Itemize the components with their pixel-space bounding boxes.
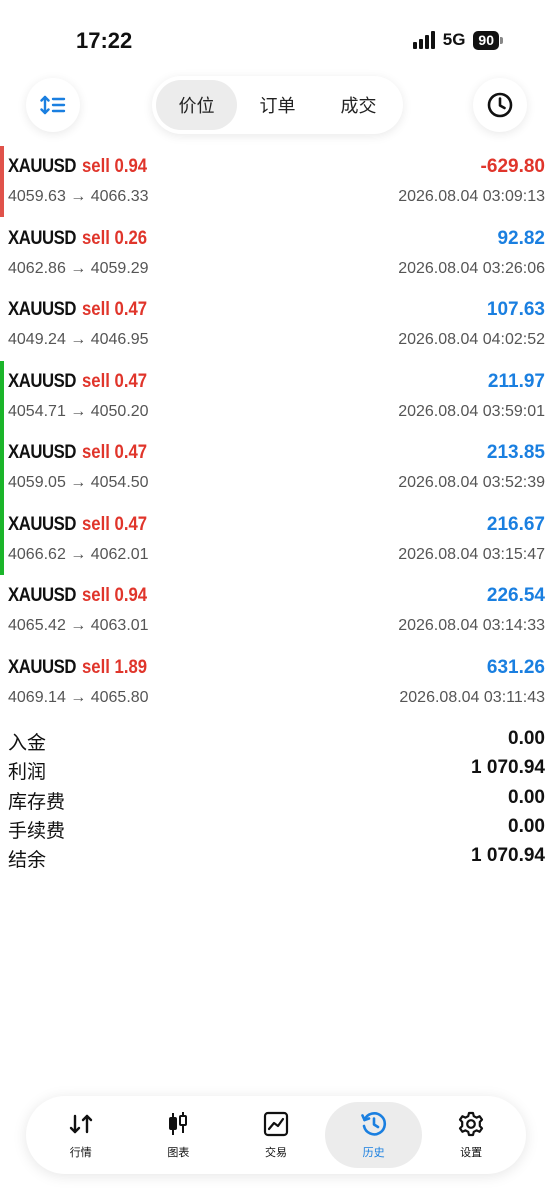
trade-prices: 4066.62 → 4062.01 — [8, 545, 149, 563]
trade-prices: 4062.86 → 4059.29 — [8, 259, 149, 277]
trade-side: sell 0.47 — [81, 299, 147, 320]
trade-row[interactable]: XAUUSD sell 0.47 107.63 4049.24 → 4046.9… — [0, 289, 553, 361]
summary-label: 手续费 — [8, 820, 66, 842]
trade-side: sell 0.47 — [81, 513, 147, 535]
nav-label: 历史 — [362, 1147, 385, 1159]
trade-profit: 211.97 — [487, 370, 545, 392]
trade-symbol: XAUUSD — [8, 370, 76, 392]
trade-time: 2026.08.04 04:02:52 — [398, 331, 545, 348]
trade-side: sell 0.47 — [81, 442, 147, 463]
nav-label: 交易 — [264, 1147, 287, 1159]
summary-row-profit: 利润 1 070.94 — [8, 755, 545, 784]
trade-prices: 4049.24 → 4046.95 — [8, 331, 149, 348]
trade-row[interactable]: XAUUSD sell 0.47 216.67 4066.62 → 4062.0… — [0, 504, 553, 576]
trade-row[interactable]: XAUUSD sell 0.94 -629.80 4059.63 → 4066.… — [0, 146, 553, 218]
battery-level: 90 — [473, 30, 499, 50]
trade-time: 2026.08.04 03:15:47 — [398, 545, 545, 563]
trade-side: sell 0.26 — [81, 227, 147, 249]
tab-positions[interactable]: 价位 — [156, 80, 237, 130]
trade-row[interactable]: XAUUSD sell 0.94 226.54 4065.42 → 4063.0… — [0, 575, 553, 647]
nav-trade[interactable]: 交易 — [227, 1102, 325, 1168]
status-indicators: 5G 90 — [412, 30, 503, 50]
trade-time: 2026.08.04 03:26:06 — [398, 259, 545, 277]
trade-profit: 107.63 — [486, 299, 545, 320]
trade-side: sell 0.94 — [81, 585, 147, 606]
trade-prices: 4059.05 → 4054.50 — [8, 474, 149, 491]
summary-row-balance: 结余 1 070.94 — [8, 843, 545, 872]
candlestick-chart-icon — [169, 1112, 188, 1135]
bottom-nav: 行情 图表 交易 历史 设置 — [26, 1096, 526, 1174]
nav-history[interactable]: 历史 — [324, 1102, 423, 1168]
summary-label: 结余 — [8, 850, 47, 872]
trade-symbol: XAUUSD — [8, 442, 76, 463]
trade-time: 2026.08.04 03:52:39 — [398, 474, 545, 491]
signal-icon — [412, 31, 435, 49]
top-toolbar: 价位 订单 成交 — [0, 76, 553, 136]
nav-settings[interactable]: 设置 — [422, 1102, 520, 1168]
nav-charts[interactable]: 图表 — [130, 1102, 228, 1168]
summary-row-swap: 库存费 0.00 — [8, 785, 545, 814]
history-clock-icon — [360, 1112, 386, 1136]
sort-button[interactable] — [26, 78, 80, 132]
summary-row-deposit: 入金 0.00 — [8, 726, 545, 755]
tab-orders[interactable]: 订单 — [237, 80, 318, 130]
trade-row[interactable]: XAUUSD sell 0.47 213.85 4059.05 → 4054.5… — [0, 432, 553, 504]
trade-prices: 4059.63 → 4066.33 — [8, 188, 149, 205]
trade-side: sell 0.47 — [81, 370, 147, 392]
clock-icon — [487, 92, 513, 118]
trade-time: 2026.08.04 03:59:01 — [398, 402, 545, 420]
period-button[interactable] — [473, 78, 527, 132]
trade-symbol: XAUUSD — [8, 513, 76, 535]
summary-value: 1 070.94 — [471, 845, 545, 867]
summary-row-commission: 手续费 0.00 — [8, 814, 545, 843]
trade-symbol: XAUUSD — [8, 299, 76, 320]
trade-row[interactable]: XAUUSD sell 0.47 211.97 4054.71 → 4050.2… — [0, 361, 553, 433]
status-time: 17:22 — [76, 28, 133, 53]
network-type: 5G — [442, 30, 466, 49]
nav-quotes[interactable]: 行情 — [32, 1102, 130, 1168]
trade-row[interactable]: XAUUSD sell 1.89 631.26 4069.14 → 4065.8… — [0, 647, 553, 719]
trade-prices: 4069.14 → 4065.80 — [8, 688, 149, 706]
trade-symbol: XAUUSD — [8, 585, 76, 606]
quotes-arrows-icon — [69, 1114, 92, 1134]
trade-prices: 4065.42 → 4063.01 — [8, 617, 149, 634]
summary-label: 入金 — [8, 733, 47, 754]
trade-symbol: XAUUSD — [8, 156, 76, 177]
nav-label: 设置 — [460, 1147, 483, 1159]
trade-row[interactable]: XAUUSD sell 0.26 92.82 4062.86 → 4059.29… — [0, 218, 553, 290]
trade-symbol: XAUUSD — [8, 656, 76, 678]
trade-profit: 226.54 — [486, 585, 545, 606]
nav-label: 行情 — [69, 1147, 92, 1159]
trade-chart-icon — [263, 1111, 289, 1137]
summary-value: 0.00 — [508, 815, 545, 837]
summary-value: 0.00 — [508, 786, 545, 808]
nav-label: 图表 — [167, 1147, 190, 1159]
trade-time: 2026.08.04 03:11:43 — [399, 688, 545, 706]
trade-prices: 4054.71 → 4050.20 — [8, 402, 149, 420]
trade-symbol: XAUUSD — [8, 227, 76, 249]
status-bar: 17:22 5G 90 — [0, 0, 553, 80]
summary-value: 1 070.94 — [471, 757, 545, 779]
trades-list: XAUUSD sell 0.94 -629.80 4059.63 → 4066.… — [0, 146, 553, 718]
trade-time: 2026.08.04 03:14:33 — [398, 617, 545, 634]
trade-profit: 213.85 — [486, 442, 545, 463]
trade-time: 2026.08.04 03:09:13 — [398, 188, 545, 205]
battery-icon: 90 — [473, 30, 503, 50]
segmented-control: 价位 订单 成交 — [152, 76, 403, 134]
trade-profit: 631.26 — [486, 656, 545, 678]
trade-profit: 216.67 — [486, 513, 545, 535]
trade-profit: -629.80 — [480, 156, 545, 177]
summary-section: 入金 0.00 利润 1 070.94 库存费 0.00 手续费 0.00 结余… — [0, 726, 553, 872]
sort-icon — [40, 95, 66, 115]
tab-deals[interactable]: 成交 — [318, 80, 399, 130]
trade-side: sell 1.89 — [81, 656, 147, 678]
summary-value: 0.00 — [508, 728, 545, 749]
summary-label: 库存费 — [8, 791, 66, 813]
summary-label: 利润 — [8, 762, 47, 784]
trade-side: sell 0.94 — [81, 156, 147, 177]
gear-icon — [459, 1111, 484, 1137]
trade-profit: 92.82 — [497, 227, 545, 249]
